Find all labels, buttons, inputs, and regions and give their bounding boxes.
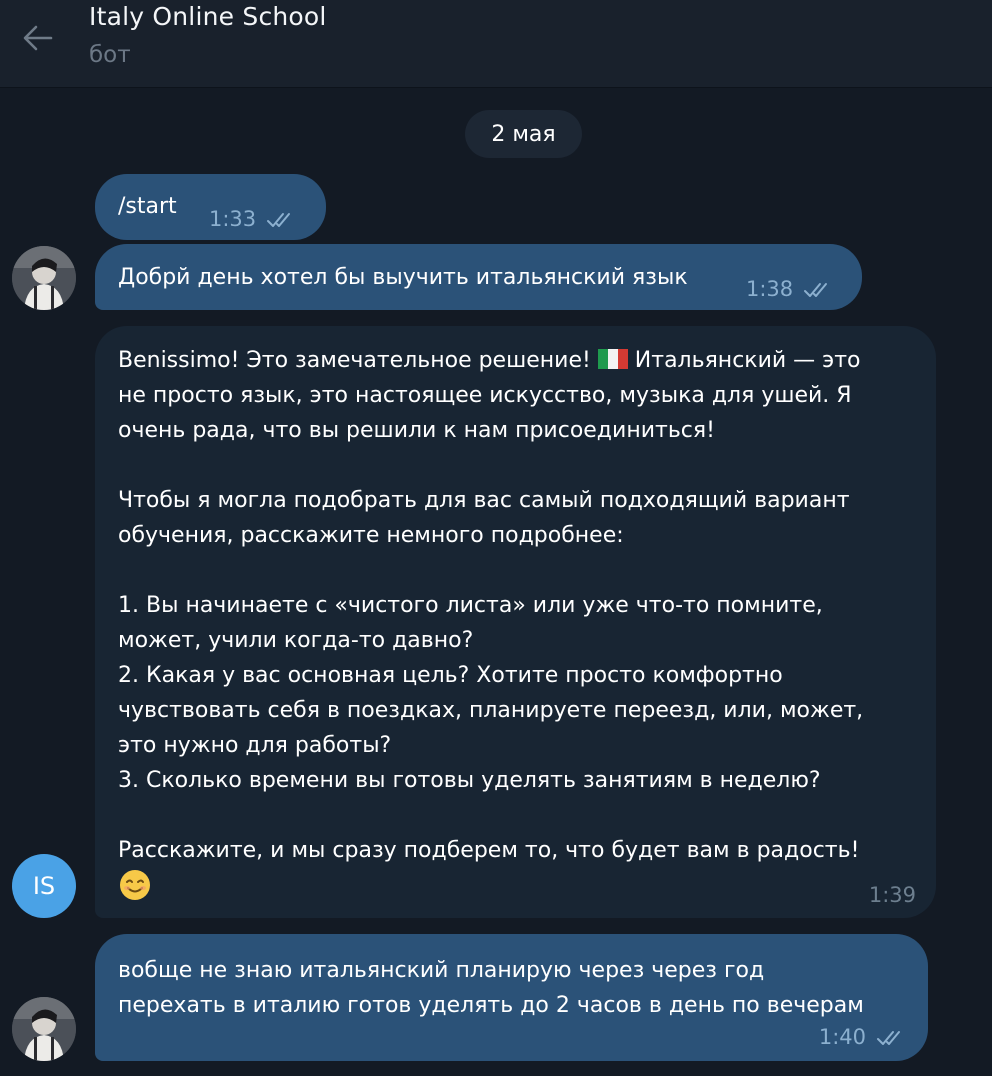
chat-header: Italy Online School бот — [0, 0, 992, 88]
italy-flag-icon — [597, 349, 628, 369]
arrow-left-icon — [23, 25, 53, 51]
outgoing-message[interactable]: вобще не знаю итальянский планирую через… — [95, 934, 928, 1061]
outgoing-message[interactable]: /start 1:33 — [95, 174, 326, 240]
user-avatar[interactable] — [12, 246, 76, 310]
message-text: Benissimo! Это замечательное решение! Ит… — [118, 343, 918, 905]
double-check-icon — [804, 282, 828, 297]
message-meta: 1:39 — [869, 878, 916, 913]
message-meta: 1:33 — [209, 202, 300, 237]
user-avatar[interactable] — [12, 997, 76, 1061]
smiling-face-icon — [120, 870, 150, 900]
chat-subtitle: бот — [89, 42, 131, 68]
bot-avatar[interactable]: IS — [12, 854, 76, 918]
message-meta: 1:40 — [819, 1020, 910, 1055]
back-button[interactable] — [16, 16, 60, 60]
message-meta: 1:38 — [746, 272, 837, 307]
message-text-line1-end: Итальянский — это — [627, 348, 861, 373]
message-text: Добрй день хотел бы выучить итальянский … — [118, 265, 688, 290]
user-photo — [12, 997, 76, 1061]
outgoing-message[interactable]: Добрй день хотел бы выучить итальянский … — [95, 244, 862, 310]
double-check-icon — [267, 212, 291, 227]
message-text: /start — [118, 194, 177, 219]
message-text-line1-start: Benissimo! Это замечательное решение! — [118, 348, 598, 373]
double-check-icon — [877, 1030, 900, 1045]
incoming-message[interactable]: Benissimo! Это замечательное решение! Ит… — [95, 326, 936, 918]
message-time: 1:33 — [209, 207, 257, 231]
chat-title[interactable]: Italy Online School — [89, 2, 327, 31]
date-separator: 2 мая — [465, 110, 582, 158]
chat-window: Italy Online School бот 2 мая /start 1:3… — [0, 0, 992, 1076]
message-text-body: не просто язык, это настоящее искусство,… — [118, 383, 864, 863]
message-time: 1:39 — [868, 883, 916, 907]
user-photo — [12, 246, 76, 310]
message-time: 1:38 — [746, 277, 794, 301]
message-text: вобще не знаю итальянский планирую через… — [118, 958, 864, 1018]
message-time: 1:40 — [818, 1025, 866, 1049]
